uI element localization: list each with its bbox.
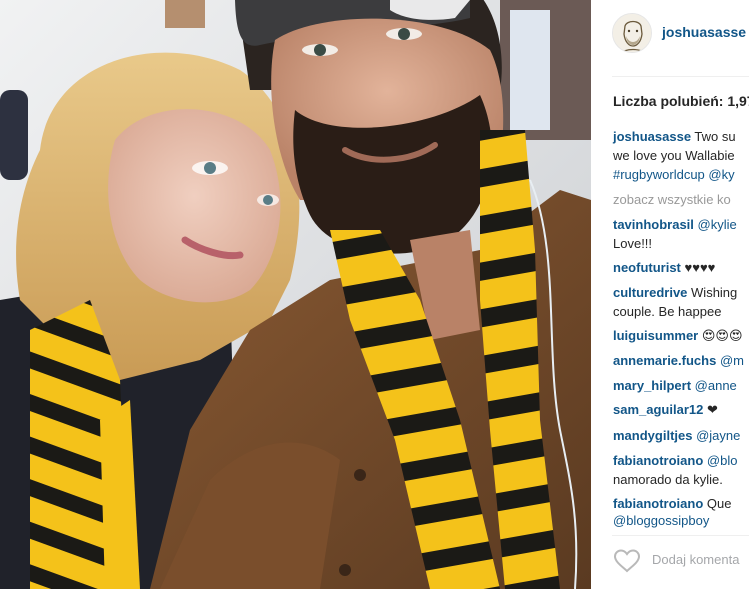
comment-item: sam_aguilar12 ❤ bbox=[613, 400, 718, 419]
comment-text: ❤ bbox=[703, 402, 718, 417]
comment-item: neofuturist ♥♥♥♥ bbox=[613, 258, 715, 277]
comment-username[interactable]: culturedrive bbox=[613, 285, 687, 300]
comment-username[interactable]: annemarie.fuchs bbox=[613, 353, 716, 368]
comment-text: Que bbox=[703, 496, 732, 511]
caption-line-1: joshuasasse Two su bbox=[613, 127, 736, 146]
avatar[interactable] bbox=[612, 13, 652, 53]
comment-text-continued: @bloggossipboy bbox=[613, 513, 710, 528]
comment-text: 😍😍😍 bbox=[698, 328, 743, 343]
comment-text: @kylie bbox=[693, 217, 737, 232]
comment-username[interactable]: sam_aguilar12 bbox=[613, 402, 703, 417]
caption-line-2: we love you Wallabie bbox=[613, 148, 735, 163]
caption-line-3: #rugbyworldcup @ky bbox=[613, 165, 735, 184]
add-comment-input[interactable]: Dodaj komenta bbox=[652, 552, 739, 567]
caption-text: Two su bbox=[691, 129, 736, 144]
comment-item: fabianotroiano @blo bbox=[613, 451, 737, 470]
comment-username[interactable]: mary_hilpert bbox=[613, 378, 691, 393]
comment-item: tavinhobrasil @kylie bbox=[613, 215, 737, 234]
comment-item: mary_hilpert @anne bbox=[613, 376, 737, 395]
likes-count[interactable]: Liczba polubień: 1,97 bbox=[613, 93, 749, 109]
header-divider bbox=[612, 76, 749, 77]
view-all-comments-link[interactable]: zobacz wszystkie ko bbox=[613, 192, 731, 207]
comment-text: @anne bbox=[691, 378, 737, 393]
selfie-image bbox=[0, 0, 591, 589]
post-author-username[interactable]: joshuasasse bbox=[662, 24, 746, 40]
post-header: joshuasasse bbox=[591, 0, 749, 66]
mention-link[interactable]: @ky bbox=[705, 167, 734, 182]
comment-item: luiguisummer 😍😍😍 bbox=[613, 326, 743, 345]
comment-item: culturedrive Wishing bbox=[613, 283, 737, 302]
comment-text: @jayne bbox=[692, 428, 741, 443]
hashtag-link[interactable]: #rugbyworldcup bbox=[613, 167, 705, 182]
comment-text: @m bbox=[716, 353, 744, 368]
post-sidebar: joshuasasse Liczba polubień: 1,97 joshua… bbox=[591, 0, 749, 589]
post-photo[interactable] bbox=[0, 0, 591, 589]
comment-text: ♥♥♥♥ bbox=[680, 260, 716, 275]
comment-username[interactable]: fabianotroiano bbox=[613, 496, 703, 511]
comment-username[interactable]: mandygiltjes bbox=[613, 428, 692, 443]
comment-username[interactable]: fabianotroiano bbox=[613, 453, 703, 468]
comment-text: @blo bbox=[703, 453, 738, 468]
comment-text-continued: couple. Be happee bbox=[613, 304, 722, 319]
comment-text-continued: Love!!! bbox=[613, 236, 653, 251]
comment-item: annemarie.fuchs @m bbox=[613, 351, 744, 370]
heart-outline-icon[interactable] bbox=[613, 549, 641, 573]
instagram-post-view: joshuasasse Liczba polubień: 1,97 joshua… bbox=[0, 0, 749, 589]
comment-text: Wishing bbox=[687, 285, 738, 300]
comment-username[interactable]: tavinhobrasil bbox=[613, 217, 694, 232]
caption-author[interactable]: joshuasasse bbox=[613, 129, 691, 144]
comment-item: mandygiltjes @jayne bbox=[613, 426, 740, 445]
comment-username[interactable]: luiguisummer bbox=[613, 328, 698, 343]
footer-divider bbox=[612, 535, 749, 536]
comment-username[interactable]: neofuturist bbox=[613, 260, 681, 275]
profile-sketch-icon bbox=[613, 14, 651, 52]
comment-text-continued: namorado da kylie. bbox=[613, 472, 723, 487]
